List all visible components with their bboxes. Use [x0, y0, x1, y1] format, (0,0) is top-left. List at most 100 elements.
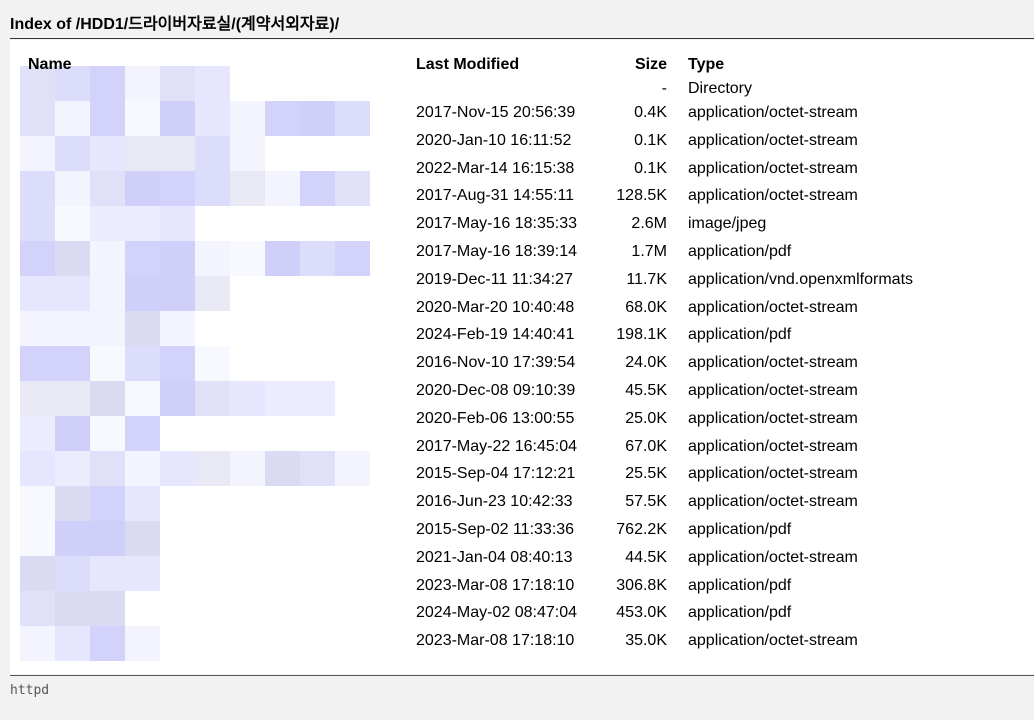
file-name-link[interactable] [20, 410, 405, 437]
last-modified-cell: 2020-Jan-10 16:11:52 [416, 131, 572, 149]
file-name-link[interactable] [20, 465, 405, 492]
file-name-link[interactable] [20, 187, 405, 214]
type-cell: application/octet-stream [688, 187, 858, 205]
size-cell: 25.0K [625, 409, 667, 427]
type-cell: application/pdf [688, 604, 792, 622]
type-cell: application/octet-stream [688, 632, 858, 650]
type-cell: application/octet-stream [688, 548, 858, 566]
size-cell: 57.5K [625, 493, 667, 511]
last-modified-cell: 2017-Aug-31 14:55:11 [416, 187, 575, 205]
type-cell: application/octet-stream [688, 159, 858, 177]
file-name-link[interactable] [20, 382, 405, 409]
table-row[interactable]: 2023-Mar-08 17:18:10 35.0K application/oct… [0, 632, 1034, 659]
table-row[interactable]: 2022-Mar-14 16:15:38 0.1K application/octe… [0, 160, 1034, 187]
size-cell: 25.5K [625, 465, 667, 483]
parent-directory-row[interactable]: - Directory [0, 80, 1034, 107]
last-modified-cell: 2015-Sep-04 17:12:21 [416, 465, 576, 483]
column-header-last-modified[interactable]: Last Modified [416, 56, 519, 74]
table-row[interactable]: 2016-Jun-23 10:42:33 57.5K application/oct… [0, 493, 1034, 520]
size-cell: 0.1K [634, 159, 667, 177]
last-modified-cell: 2020-Dec-08 09:10:39 [416, 382, 576, 399]
file-name-link[interactable] [20, 521, 405, 548]
file-name-link[interactable] [20, 493, 405, 520]
column-header-type[interactable]: Type [688, 56, 724, 74]
last-modified-cell: 2023-Mar-08 17:18:10 [416, 576, 575, 594]
type-cell: application/octet-stream [688, 465, 858, 483]
table-row[interactable]: 2020-Dec-08 09:10:39 45.5K application/oct… [0, 382, 1034, 409]
size-cell: 44.5K [625, 548, 667, 566]
size-cell: 0.1K [634, 131, 667, 149]
type-cell: image/jpeg [688, 215, 767, 233]
table-row[interactable]: 2015-Sep-04 17:12:21 25.5K application/oct… [0, 465, 1034, 492]
size-cell: 1.7M [631, 243, 667, 260]
type-cell: application/octet-stream [688, 354, 858, 372]
table-row[interactable]: 2020-Mar-20 10:40:48 68.0K application/oct… [0, 299, 1034, 326]
column-header-size[interactable]: Size [610, 56, 667, 74]
last-modified-cell: 2017-Nov-15 20:56:39 [416, 104, 576, 121]
size-cell: 453.0K [616, 604, 667, 622]
file-name-link[interactable] [20, 243, 405, 270]
last-modified-cell: 2020-Mar-20 10:40:48 [416, 298, 575, 316]
last-modified-cell: 2016-Jun-23 10:42:33 [416, 493, 573, 511]
file-name-link[interactable] [20, 354, 405, 381]
table-row[interactable]: 2024-Feb-19 14:40:41 198.1K application/pd… [0, 326, 1034, 353]
type-cell: application/octet-stream [688, 298, 858, 316]
title-divider [10, 38, 1034, 39]
type-cell: application/pdf [688, 521, 792, 538]
type-cell: Directory [688, 80, 753, 97]
page-title: Index of /HDD1/드라이버자료실/(계약서외자료)/ [10, 16, 340, 33]
file-name-link[interactable] [20, 604, 405, 631]
file-name-link[interactable] [20, 160, 405, 187]
file-name-link[interactable] [20, 438, 405, 465]
last-modified-cell: 2024-Feb-19 14:40:41 [416, 326, 575, 344]
table-row[interactable]: 2021-Jan-04 08:40:13 44.5K application/oct… [0, 549, 1034, 576]
file-name-link[interactable] [20, 215, 405, 242]
last-modified-cell: 2015-Sep-02 11:33:36 [416, 521, 575, 538]
file-name-link[interactable] [20, 577, 405, 604]
last-modified-cell: 2019-Dec-11 11:34:27 [416, 270, 573, 288]
table-row[interactable]: 2016-Nov-10 17:39:54 24.0K application/oct… [0, 354, 1034, 381]
file-name-link[interactable] [20, 299, 405, 326]
last-modified-cell: 2022-Mar-14 16:15:38 [416, 159, 575, 177]
file-name-link[interactable] [20, 326, 405, 353]
size-cell: 762.2K [616, 521, 667, 538]
file-name-link[interactable] [20, 271, 405, 298]
file-name-link[interactable] [20, 104, 405, 131]
last-modified-cell: 2017-May-16 18:35:33 [416, 215, 577, 233]
file-name-link[interactable] [20, 132, 405, 159]
last-modified-cell: 2017-May-22 16:45:04 [416, 437, 577, 455]
last-modified-cell: 2023-Mar-08 17:18:10 [416, 632, 575, 650]
type-cell: application/octet-stream [688, 409, 858, 427]
file-name-link[interactable] [20, 632, 405, 659]
type-cell: application/octet-stream [688, 382, 858, 399]
column-header-name[interactable]: Name [28, 56, 72, 74]
table-row[interactable]: 2017-Nov-15 20:56:39 0.4K application/octe… [0, 104, 1034, 131]
table-row[interactable]: 2020-Jan-10 16:11:52 0.1K application/octe… [0, 132, 1034, 159]
table-row[interactable]: 2017-May-16 18:39:14 1.7M application/pdf [0, 243, 1034, 270]
table-row[interactable]: 2024-May-02 08:47:04 453.0K application/pd… [0, 604, 1034, 631]
table-row[interactable]: 2017-May-16 18:35:33 2.6M image/jpeg [0, 215, 1034, 242]
last-modified-cell: 2020-Feb-06 13:00:55 [416, 409, 575, 427]
type-cell: application/pdf [688, 243, 792, 260]
table-row[interactable]: 2017-May-22 16:45:04 67.0K application/oct… [0, 438, 1034, 465]
type-cell: application/pdf [688, 326, 792, 344]
table-row[interactable]: 2019-Dec-11 11:34:27 11.7K application/vnd… [0, 271, 1034, 298]
file-name-link[interactable] [20, 549, 405, 576]
table-row[interactable]: 2015-Sep-02 11:33:36 762.2K application/pd… [0, 521, 1034, 548]
type-cell: application/octet-stream [688, 493, 858, 511]
server-signature: httpd [10, 683, 50, 698]
size-cell: - [661, 80, 667, 97]
table-row[interactable]: 2020-Feb-06 13:00:55 25.0K application/oct… [0, 410, 1034, 437]
type-cell: application/octet-stream [688, 104, 858, 121]
size-cell: 306.8K [616, 576, 667, 594]
size-cell: 67.0K [625, 437, 667, 455]
title-bar: Index of /HDD1/드라이버자료실/(계약서외자료)/ [0, 0, 1034, 37]
size-cell: 2.6M [631, 215, 667, 233]
size-cell: 0.4K [634, 104, 667, 121]
type-cell: application/vnd.openxmlformats [688, 270, 914, 288]
type-cell: application/pdf [688, 576, 792, 594]
table-row[interactable]: 2017-Aug-31 14:55:11 128.5K application/oc… [0, 187, 1034, 214]
table-row[interactable]: 2023-Mar-08 17:18:10 306.8K application/pd… [0, 577, 1034, 604]
size-cell: 68.0K [625, 298, 667, 316]
size-cell: 128.5K [616, 187, 667, 205]
